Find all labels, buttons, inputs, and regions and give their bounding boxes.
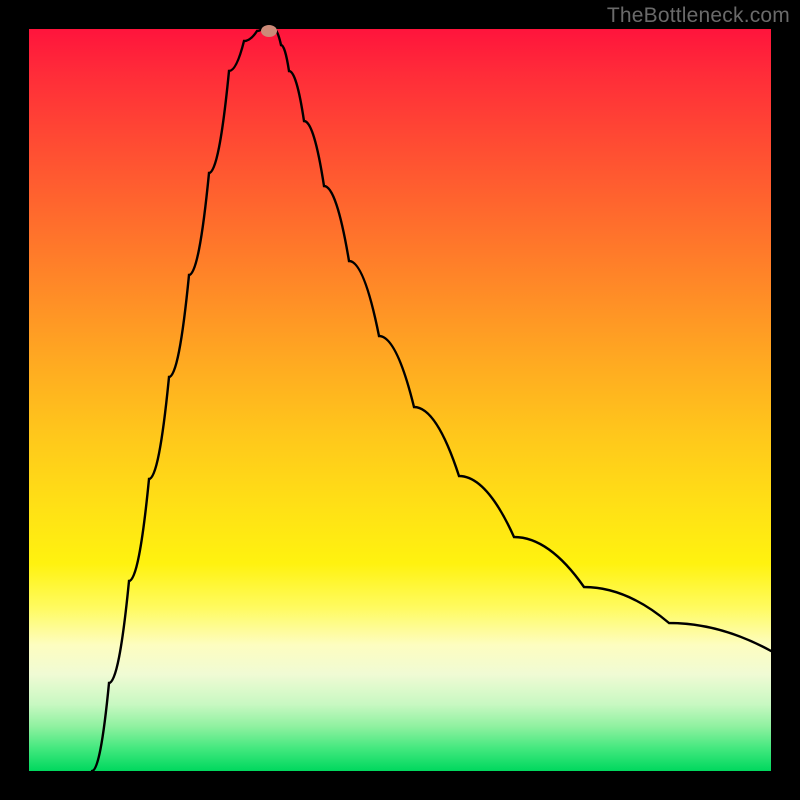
plot-area (29, 29, 771, 771)
curve-left-branch (92, 29, 262, 771)
chart-frame (29, 29, 771, 771)
curve-right-branch (274, 29, 771, 651)
watermark-label: TheBottleneck.com (607, 4, 790, 28)
bottleneck-marker (261, 25, 277, 37)
bottleneck-curve (29, 29, 771, 771)
